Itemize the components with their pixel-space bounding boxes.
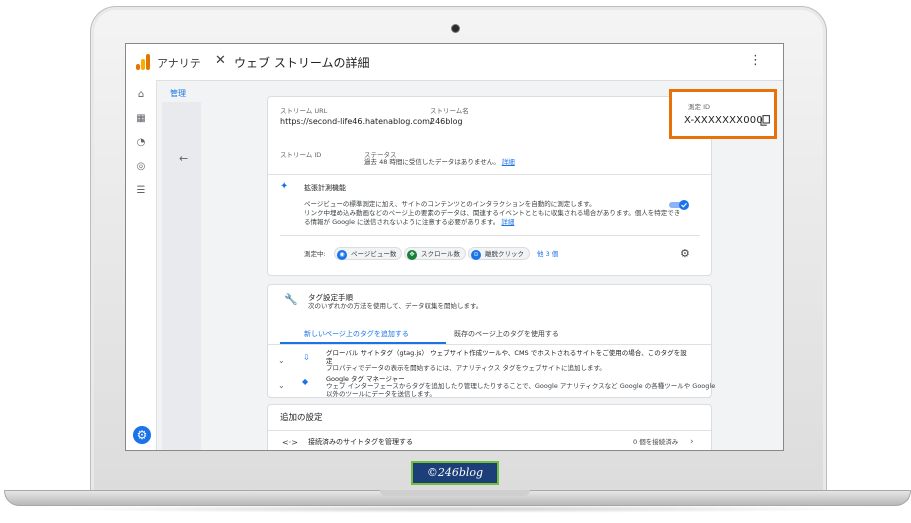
screen: アナリテ ⌂ ▦ ◔ ◎ ☰ 管理 ← ⚙ ✕ ウェブ ストリームの詳細 ⋮ ス… [125,43,784,451]
gtag-icon: ⇩ [303,353,310,362]
tab-add-new-tag[interactable]: 新しいページ上のタグを追加する [304,329,409,339]
stream-id-label: ストリーム ID [280,151,322,159]
measurement-id-highlight: 測定 ID X-XXXXXXX000 [669,89,777,139]
enhanced-title: 拡張計測機能 [304,184,346,192]
back-arrow-icon[interactable]: ← [179,152,188,165]
additional-settings-title: 追加の設定 [280,413,323,423]
home-icon[interactable]: ⌂ [135,89,147,101]
enhanced-line1: ページビューの標準測定に加え、サイトのコンテンツとのインタラクションを自動的に測… [304,200,596,208]
more-options-icon[interactable]: ⋮ [749,53,762,68]
advertising-icon[interactable]: ◎ [135,161,147,173]
code-icon: <·> [282,438,298,447]
watermark: ©246blog [411,461,499,485]
panel-header: ✕ ウェブ ストリームの詳細 ⋮ [201,44,783,81]
divider [268,430,711,431]
tag-manager-icon: ◆ [302,377,309,386]
gtm-description-2: 以外のツールにデータを送信します。 [326,390,436,398]
enhanced-toggle[interactable] [668,199,690,211]
stream-url-label: ストリーム URL [280,107,328,115]
enhanced-settings-gear-icon[interactable]: ⚙ [680,247,690,260]
status-detail-link[interactable]: 詳細 [502,158,515,166]
admin-gear-icon[interactable]: ⚙ [133,426,151,444]
expand-gtm-chevron-icon[interactable]: ⌄ [278,381,285,390]
explore-icon[interactable]: ◔ [135,137,147,149]
connected-chevron-right-icon[interactable]: › [690,437,694,447]
enhanced-line2: リンク中埋め込み動画などのページ上の要素のデータは、関連するイベントとともに収集… [304,209,681,217]
gtag-description: プロパティでデータの表示を開始するには、アナリティクス タグをウェブサイトに追加… [326,364,606,372]
reports-icon[interactable]: ▦ [135,113,147,125]
divider [280,235,700,236]
measurement-id-value: X-XXXXXXX000 [684,115,763,126]
stream-info-card: ストリーム URL https://second-life46.hatenabl… [267,96,712,276]
camera-dot [451,24,460,33]
gtag-title[interactable]: グローバル サイトタグ（gtag.js） ウェブサイト作成ツールや、CMS でホ… [326,347,687,357]
laptop-notch [380,490,530,496]
panel-title: ウェブ ストリームの詳細 [234,56,370,70]
enhanced-detail-link[interactable]: 詳細 [501,218,514,226]
divider [268,344,711,345]
eye-icon: ◉ [337,249,347,260]
chip-scrolls: ✥ スクロール数 [404,247,466,260]
laptop-shadow [40,505,870,513]
click-icon: ⊙ [471,249,481,260]
app-header: アナリテ [126,44,201,81]
expand-gtag-chevron-icon[interactable]: ⌄ [278,356,285,365]
tag-setup-subtitle: 次のいずれかの方法を使用して、データ収集を開始します。 [308,302,483,310]
stream-url-value: https://second-life46.hatenablog.com/ [280,117,433,126]
stream-name-label: ストリーム名 [430,107,469,115]
wrench-icon: 🔧 [284,293,298,306]
tag-setup-card: 🔧 タグ設定手順 次のいずれかの方法を使用して、データ収集を開始します。 新しい… [267,284,715,398]
stream-details-panel: ✕ ウェブ ストリームの詳細 ⋮ ストリーム URL https://secon… [201,44,783,450]
enhanced-line3: る情報が Google に送信されないように注意する必要があります。 詳細 [304,218,515,226]
chip-outbound-clicks: ⊙ 離脱クリック [468,247,530,260]
additional-settings-card: 追加の設定 <·> 接続済みのサイトタグを管理する 0 個を接続済み › [267,404,712,450]
measuring-label: 測定中: [304,250,326,258]
left-nav-rail: ⌂ ▦ ◔ ◎ ☰ [126,80,157,450]
sparkle-icon: ✦ [280,181,289,192]
tab-use-existing-tag[interactable]: 既存のページ上のタグを使用する [454,329,559,339]
scroll-icon: ✥ [407,249,417,260]
connected-count: 0 個を接続済み [633,438,679,446]
chip-pageviews: ◉ ページビュー数 [334,247,403,260]
measurement-id-label: 測定 ID [688,103,710,111]
copy-icon[interactable] [760,115,770,126]
close-icon[interactable]: ✕ [215,53,226,68]
admin-tab[interactable]: 管理 [170,88,186,99]
analytics-logo-icon [136,54,150,70]
list-icon[interactable]: ☰ [135,185,147,197]
more-events-link[interactable]: 他 3 個 [537,250,558,259]
app-title: アナリテ [157,57,201,70]
stream-name-value: 246blog [430,117,463,126]
connected-tags-title[interactable]: 接続済みのサイトタグを管理する [308,437,413,447]
status-text: 過去 48 時間に受信したデータはありません。 詳細 [364,158,515,166]
divider [268,174,711,175]
